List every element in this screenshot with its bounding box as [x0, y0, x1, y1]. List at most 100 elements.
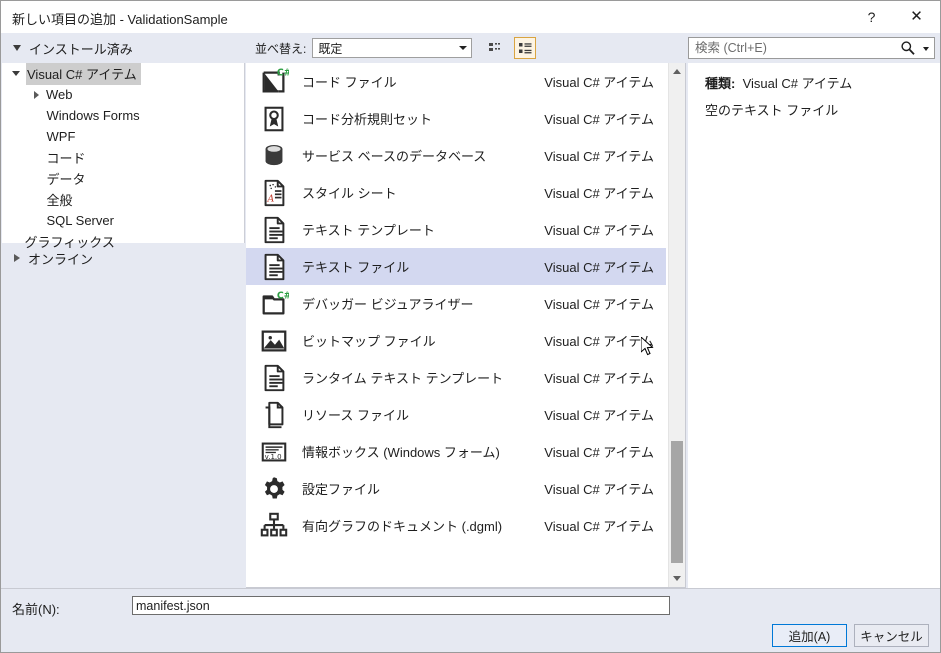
online-section-header[interactable]: オンライン — [2, 243, 245, 273]
template-item-name: リソース ファイル — [302, 405, 544, 424]
tree-item-label: Web — [45, 86, 77, 104]
template-item-kind: Visual C# アイテム — [544, 516, 654, 535]
directed-graph-icon — [258, 510, 290, 542]
template-item-kind: Visual C# アイテム — [544, 442, 654, 461]
details-kind-row: 種類: Visual C# アイテム — [705, 73, 852, 92]
tree-item-label: WPF — [46, 128, 80, 146]
tree-item[interactable]: コード — [2, 147, 244, 168]
scroll-up-arrow-icon[interactable] — [669, 63, 685, 80]
debugger-visualizer-icon: C# — [258, 288, 290, 320]
add-new-item-dialog: 新しい項目の追加 - ValidationSample ? ✕ インストール済み… — [0, 0, 941, 653]
sort-dropdown[interactable]: 既定 — [312, 38, 472, 58]
template-list[interactable]: C#コード ファイルVisual C# アイテムコード分析規則セットVisual… — [246, 63, 686, 588]
installed-section-header[interactable]: インストール済み — [1, 33, 245, 63]
search-icon[interactable] — [900, 40, 916, 56]
category-tree-list: Visual C# アイテム Web Windows Forms WPFコードデータ全… — [2, 63, 244, 252]
template-item-kind: Visual C# アイテム — [544, 331, 654, 350]
tree-item[interactable]: データ — [2, 168, 244, 189]
template-item-kind: Visual C# アイテム — [544, 368, 654, 387]
name-input[interactable] — [132, 596, 670, 615]
template-item-kind: Visual C# アイテム — [544, 183, 654, 202]
svg-text:C#: C# — [277, 67, 289, 78]
search-options-chevron-icon[interactable] — [923, 47, 929, 51]
list-view-icon — [517, 40, 533, 56]
help-button[interactable]: ? — [849, 1, 894, 32]
footer-divider — [1, 588, 941, 589]
question-mark-icon: ? — [868, 10, 876, 24]
tree-item[interactable]: WPF — [2, 126, 244, 147]
template-list-item[interactable]: テキスト ファイルVisual C# アイテム — [246, 248, 666, 285]
template-item-name: ビットマップ ファイル — [302, 331, 544, 350]
database-icon — [258, 140, 290, 172]
template-list-item[interactable]: ランタイム テキスト テンプレートVisual C# アイテム — [246, 359, 666, 396]
cancel-button[interactable]: キャンセル — [854, 624, 929, 647]
resource-file-icon — [258, 399, 290, 431]
template-list-item[interactable]: サービス ベースのデータベースVisual C# アイテム — [246, 137, 666, 174]
scrollbar-thumb[interactable] — [671, 441, 683, 563]
view-details-button[interactable] — [514, 37, 536, 59]
runtime-text-template-icon — [258, 362, 290, 394]
tree-item-label: SQL Server — [46, 212, 118, 230]
chevron-right-icon[interactable] — [34, 91, 39, 99]
template-item-name: サービス ベースのデータベース — [302, 146, 544, 165]
online-label: オンライン — [28, 249, 93, 268]
tree-item[interactable]: 全般 — [2, 189, 244, 210]
style-sheet-icon: A — [258, 177, 290, 209]
template-item-name: ランタイム テキスト テンプレート — [302, 368, 544, 387]
details-kind-value: Visual C# アイテム — [743, 76, 853, 91]
template-list-item[interactable]: v.1.0 情報ボックス (Windows フォーム)Visual C# アイテム — [246, 433, 666, 470]
tree-item[interactable]: SQL Server — [2, 210, 244, 231]
template-list-item[interactable]: C#デバッガー ビジュアライザーVisual C# アイテム — [246, 285, 666, 322]
template-list-item[interactable]: テキスト テンプレートVisual C# アイテム — [246, 211, 666, 248]
close-button[interactable]: ✕ — [894, 1, 939, 32]
tree-item[interactable]: Web — [2, 84, 244, 105]
template-item-name: 情報ボックス (Windows フォーム) — [302, 442, 544, 461]
template-list-item[interactable]: Aスタイル シートVisual C# アイテム — [246, 174, 666, 211]
add-button[interactable]: 追加(A) — [772, 624, 847, 647]
template-list-item[interactable]: コード分析規則セットVisual C# アイテム — [246, 100, 666, 137]
template-list-scrollbar[interactable] — [668, 63, 685, 587]
template-list-item[interactable]: 有向グラフのドキュメント (.dgml)Visual C# アイテム — [246, 507, 666, 544]
tree-item[interactable]: Windows Forms — [2, 105, 244, 126]
code-file-icon: C# — [258, 66, 290, 98]
installed-label: インストール済み — [29, 39, 133, 58]
template-item-name: コード分析規則セット — [302, 109, 544, 128]
rule-set-icon — [258, 103, 290, 135]
view-medium-icons-button[interactable] — [484, 37, 506, 59]
text-file-icon — [258, 251, 290, 283]
template-item-kind: Visual C# アイテム — [544, 72, 654, 91]
search-input[interactable] — [695, 39, 895, 57]
template-item-kind: Visual C# アイテム — [544, 405, 654, 424]
template-item-kind: Visual C# アイテム — [544, 146, 654, 165]
name-field-label: 名前(N): — [12, 599, 60, 618]
template-item-name: 有向グラフのドキュメント (.dgml) — [302, 516, 544, 535]
template-list-item[interactable]: C#コード ファイルVisual C# アイテム — [246, 63, 666, 100]
sort-dropdown-value: 既定 — [318, 40, 342, 57]
template-list-item[interactable]: リソース ファイルVisual C# アイテム — [246, 396, 666, 433]
chevron-down-icon — [454, 39, 471, 57]
template-list-item[interactable]: 設定ファイルVisual C# アイテム — [246, 470, 666, 507]
template-list-rows: C#コード ファイルVisual C# アイテムコード分析規則セットVisual… — [246, 63, 666, 544]
chevron-down-icon[interactable] — [12, 71, 20, 76]
svg-text:A: A — [266, 193, 274, 204]
search-box[interactable] — [688, 37, 935, 59]
grid-view-icon — [487, 40, 503, 56]
template-item-kind: Visual C# アイテム — [544, 220, 654, 239]
template-list-item[interactable]: ビットマップ ファイルVisual C# アイテム — [246, 322, 666, 359]
svg-text:v.1.0: v.1.0 — [265, 452, 282, 461]
category-tree[interactable]: Visual C# アイテム Web Windows Forms WPFコードデータ全… — [2, 63, 245, 243]
tree-item-label: Windows Forms — [46, 107, 144, 125]
template-item-name: テキスト テンプレート — [302, 220, 544, 239]
template-item-name: 設定ファイル — [302, 479, 544, 498]
chevron-right-icon — [14, 254, 20, 262]
bitmap-file-icon — [258, 325, 290, 357]
template-item-kind: Visual C# アイテム — [544, 257, 654, 276]
close-icon: ✕ — [910, 9, 923, 24]
about-box-icon: v.1.0 — [258, 436, 290, 468]
text-template-icon — [258, 214, 290, 246]
tree-item[interactable]: Visual C# アイテム — [2, 63, 244, 84]
scroll-down-arrow-icon[interactable] — [669, 570, 685, 587]
chevron-down-icon — [13, 45, 21, 51]
template-item-kind: Visual C# アイテム — [544, 479, 654, 498]
template-item-name: デバッガー ビジュアライザー — [302, 294, 544, 313]
